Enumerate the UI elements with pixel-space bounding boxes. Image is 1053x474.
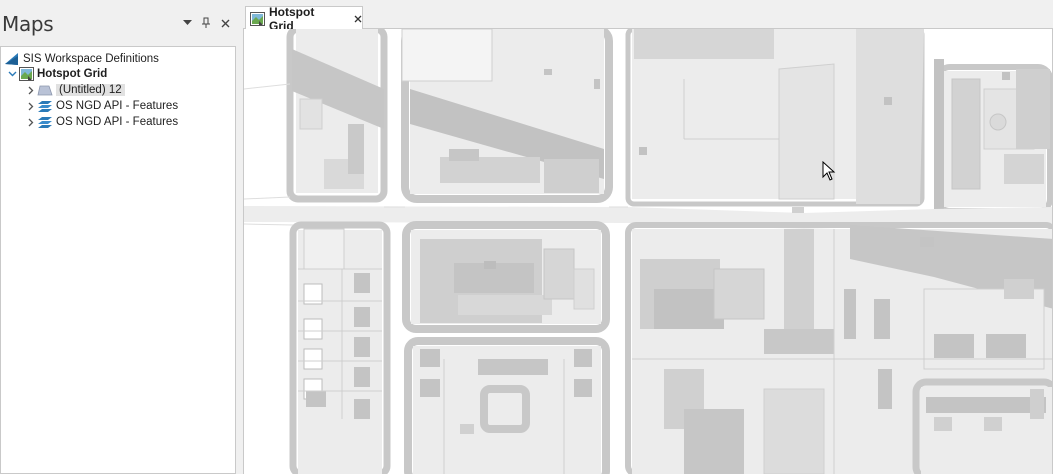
block-top-middle	[401, 29, 613, 203]
map-canvas[interactable]	[243, 29, 1053, 474]
tree-item-layer[interactable]: OS NGD API - Features	[25, 114, 178, 130]
mouse-cursor-icon	[822, 160, 836, 186]
tab-strip: Hotspot Grid	[243, 5, 1053, 33]
tree-item-layer[interactable]: (Untitled) 12	[25, 82, 125, 98]
tree-item-label: OS NGD API - Features	[56, 116, 179, 128]
chevron-right-icon[interactable]	[25, 98, 37, 114]
close-icon[interactable]	[354, 12, 362, 26]
block-bottom-right	[912, 378, 1052, 474]
tree-item-layer[interactable]: OS NGD API - Features	[25, 98, 178, 114]
map-drawing	[244, 29, 1052, 474]
block-lower-center	[404, 337, 610, 474]
tree-item-map[interactable]: Hotspot Grid	[6, 66, 107, 82]
dropdown-arrow-icon[interactable]	[180, 15, 194, 31]
chevron-right-icon[interactable]	[25, 114, 37, 130]
polygon-layer-icon	[37, 83, 53, 97]
block-top-left	[286, 29, 388, 203]
workspace-icon	[4, 52, 20, 66]
close-icon[interactable]	[218, 15, 232, 31]
tree-item-workspace[interactable]: SIS Workspace Definitions	[4, 51, 159, 67]
chevron-down-icon[interactable]	[6, 66, 18, 82]
map-document-icon	[250, 11, 265, 26]
block-mid-left	[289, 221, 391, 474]
block-mid-center	[402, 221, 610, 333]
panel-title: Maps	[2, 12, 54, 36]
document-area: Hotspot Grid	[243, 5, 1053, 474]
map-document-icon	[18, 67, 34, 81]
tree-item-label: (Untitled) 12	[56, 84, 125, 96]
layer-stack-icon	[37, 99, 53, 113]
layer-tree: SIS Workspace Definitions Hotspot Grid (…	[0, 46, 236, 474]
pin-icon[interactable]	[199, 15, 213, 31]
maps-panel: Maps SIS Workspace Definitions Hotspot G…	[0, 0, 240, 474]
tab-hotspot-grid[interactable]: Hotspot Grid	[245, 5, 363, 33]
tree-item-label: Hotspot Grid	[37, 68, 108, 80]
block-top-right	[934, 59, 1052, 214]
tree-item-label: OS NGD API - Features	[56, 100, 179, 112]
chevron-right-icon[interactable]	[25, 82, 37, 98]
tree-item-label: SIS Workspace Definitions	[23, 53, 159, 65]
layer-stack-icon	[37, 115, 53, 129]
block-top-center	[625, 29, 925, 207]
